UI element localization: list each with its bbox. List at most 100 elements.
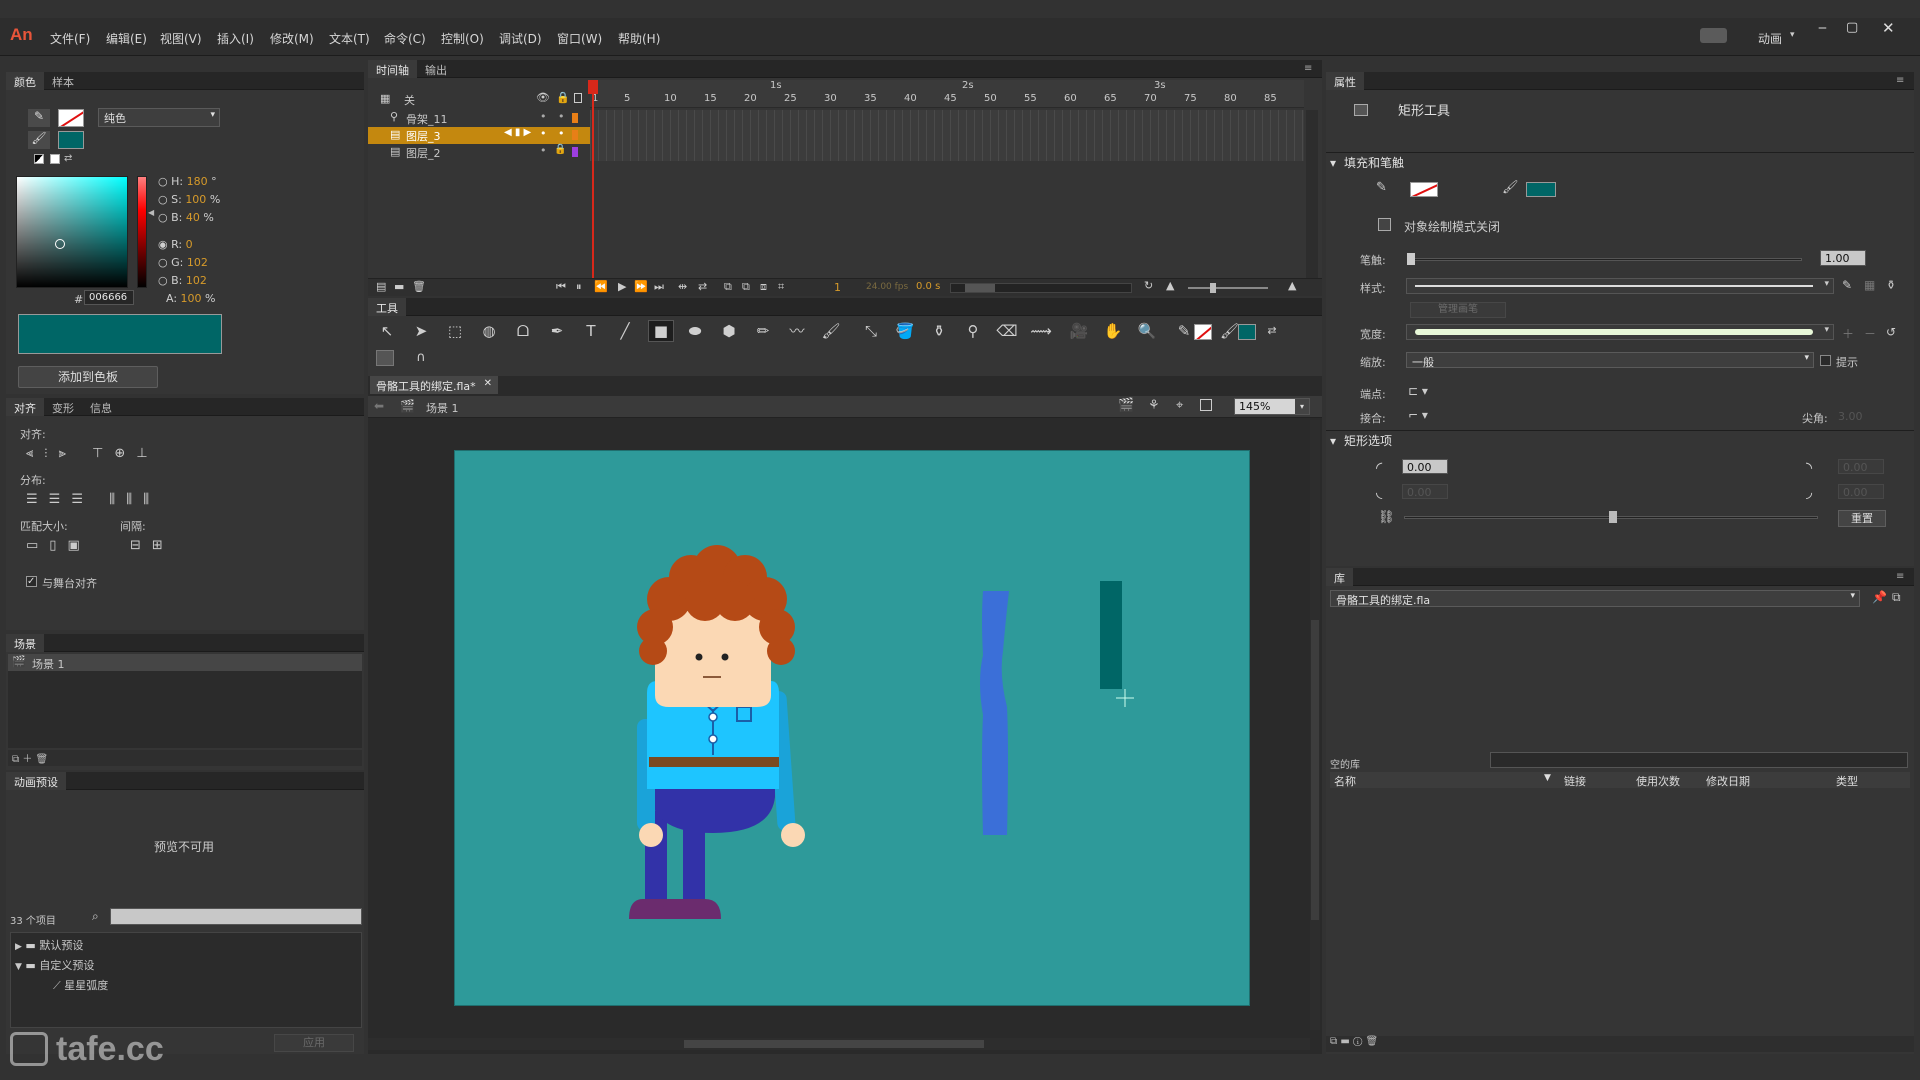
align-bottom-icon[interactable]: ⊥ bbox=[136, 446, 158, 461]
fill-color-tool-icon[interactable]: 🖌 bbox=[1220, 322, 1239, 340]
step-back-icon[interactable]: ⏪ bbox=[594, 280, 608, 293]
add-width-icon[interactable]: ＋ bbox=[1842, 325, 1854, 342]
delete-item-icon[interactable]: 🗑 bbox=[1366, 1036, 1379, 1047]
menu-insert[interactable]: 插入(I) bbox=[217, 30, 254, 47]
stage-canvas[interactable] bbox=[454, 450, 1250, 1006]
draw-mode-icon[interactable] bbox=[1378, 218, 1391, 231]
apply-preset-button[interactable]: 应用 bbox=[274, 1034, 354, 1052]
playhead[interactable] bbox=[592, 80, 594, 280]
visible-dot[interactable]: • bbox=[540, 110, 547, 123]
text-tool-icon[interactable]: T bbox=[580, 322, 602, 340]
timeline-zoom-slider[interactable] bbox=[1188, 283, 1268, 293]
remove-width-icon[interactable]: － bbox=[1864, 325, 1876, 342]
free-transform-tool-icon[interactable]: ⬚ bbox=[444, 322, 466, 340]
scene-item[interactable]: 🎬 场景 1 bbox=[8, 654, 362, 671]
stroke-color-pencil-icon[interactable]: ✎ bbox=[28, 109, 50, 127]
b-value[interactable]: 40 bbox=[186, 211, 200, 224]
col-linkage[interactable]: 链接 bbox=[1564, 773, 1586, 789]
layer-name[interactable]: 骨架_11 bbox=[406, 111, 448, 127]
menu-help[interactable]: 帮助(H) bbox=[618, 30, 660, 47]
g-radio[interactable]: ○ bbox=[158, 256, 168, 269]
match-both-icon[interactable]: ▣ bbox=[67, 538, 90, 553]
distribute-right-icon[interactable]: ⫼ bbox=[143, 492, 160, 507]
black-white-icon[interactable] bbox=[34, 154, 44, 164]
prop-fill-swatch[interactable] bbox=[1526, 182, 1556, 197]
layer-name[interactable]: 图层_3 bbox=[406, 128, 441, 144]
swap-colors-icon[interactable]: ⇄ bbox=[64, 153, 72, 164]
go-first-icon[interactable]: ⏮ bbox=[556, 280, 566, 294]
duplicate-scene-icon[interactable]: ⧉ bbox=[12, 754, 19, 765]
width-tool-icon[interactable]: ⟿ bbox=[1030, 322, 1052, 340]
close-icon[interactable]: ✕ bbox=[1882, 19, 1895, 37]
stage-vscroll[interactable] bbox=[1310, 420, 1320, 1030]
bone-tool-icon[interactable]: ⤡ bbox=[860, 322, 882, 340]
blue-value[interactable]: 102 bbox=[186, 274, 207, 287]
sync-settings-icon[interactable] bbox=[1700, 28, 1727, 43]
pin-library-icon[interactable]: 📌 bbox=[1872, 590, 1887, 604]
tree-expand-icon[interactable]: ▶ bbox=[15, 942, 22, 952]
show-all-icon[interactable]: 👁 bbox=[536, 91, 550, 104]
layer-color-chip[interactable] bbox=[572, 130, 578, 140]
center-frame-icon[interactable]: ⇹ bbox=[678, 280, 687, 293]
toolbar-fill-swatch[interactable] bbox=[1238, 324, 1256, 340]
zoom-tool-icon[interactable]: 🔍 bbox=[1136, 322, 1158, 340]
menu-edit[interactable]: 编辑(E) bbox=[106, 30, 147, 47]
toolbar-stroke-swatch[interactable] bbox=[1194, 324, 1212, 340]
align-left-icon[interactable]: ⫷ bbox=[26, 446, 44, 461]
ink-bottle-tool-icon[interactable]: ⚱ bbox=[928, 322, 950, 340]
menu-file[interactable]: 文件(F) bbox=[50, 30, 90, 47]
pencil-tool-icon[interactable]: ✏ bbox=[752, 322, 774, 340]
frame-rate[interactable]: 24.00 fps bbox=[866, 282, 908, 292]
edit-scene-icon[interactable]: 🎬 bbox=[1118, 398, 1134, 413]
tab-info[interactable]: 信息 bbox=[82, 398, 120, 416]
snap-center-icon[interactable]: ⌖ bbox=[1176, 398, 1183, 413]
brush-library-icon[interactable]: ▦ bbox=[1864, 278, 1875, 292]
menu-commands[interactable]: 命令(C) bbox=[384, 30, 426, 47]
link-corners-icon[interactable]: ⛓ bbox=[1378, 510, 1395, 525]
hint-checkbox[interactable] bbox=[1820, 355, 1831, 366]
blue-radio[interactable]: ○ bbox=[158, 274, 168, 287]
tree-item-preset[interactable]: ⟋ 星星弧度 bbox=[53, 977, 108, 993]
paint-bucket-tool-icon[interactable]: 🪣 bbox=[894, 322, 916, 340]
stroke-value-input[interactable]: 1.00 bbox=[1820, 250, 1866, 266]
distribute-left-icon[interactable]: ⫼ bbox=[109, 492, 126, 507]
prop-fill-bucket-icon[interactable]: 🖌 bbox=[1502, 180, 1519, 195]
library-file-dropdown[interactable]: 骨骼工具的绑定.fla ▾ bbox=[1330, 590, 1860, 607]
sort-icon[interactable]: ▼ bbox=[1544, 773, 1551, 783]
manage-brush-button[interactable]: 管理画笔 bbox=[1410, 302, 1506, 318]
zoom-in-icon[interactable]: ▲ bbox=[1288, 279, 1296, 292]
panel-menu-icon[interactable]: ≡ bbox=[1896, 571, 1904, 582]
delete-scene-icon[interactable]: 🗑 bbox=[36, 754, 49, 765]
new-library-panel-icon[interactable]: ⧉ bbox=[1892, 590, 1901, 605]
distribute-vcenter-icon[interactable]: ☰ bbox=[49, 492, 72, 507]
play-icon[interactable]: ▶ bbox=[618, 280, 626, 293]
menu-modify[interactable]: 修改(M) bbox=[270, 30, 314, 47]
timeline-hscroll[interactable] bbox=[950, 283, 1132, 293]
stage-hscroll[interactable] bbox=[368, 1038, 1310, 1050]
layer-row-armature[interactable]: ⚲ 骨架_11 • • bbox=[368, 110, 590, 127]
back-arrow-icon[interactable]: ⬅ bbox=[374, 399, 384, 413]
panel-menu-icon[interactable]: ≡ bbox=[1304, 63, 1312, 74]
cap-dropdown-icon[interactable]: ⊏ ▾ bbox=[1408, 384, 1428, 398]
object-drawing-toggle[interactable] bbox=[376, 350, 394, 366]
reset-button[interactable]: 重置 bbox=[1838, 510, 1886, 527]
frame-ruler[interactable]: 1s 2s 3s 1 5 10 15 20 25 30 35 40 45 50 55 60 65 70 75 8… bbox=[590, 80, 1304, 108]
menu-debug[interactable]: 调试(D) bbox=[499, 30, 542, 47]
style-dropdown[interactable]: ▾ bbox=[1406, 278, 1834, 294]
space-horizontal-icon[interactable]: ⊞ bbox=[152, 538, 174, 553]
new-folder-icon[interactable]: ▬ bbox=[394, 280, 404, 293]
selection-tool-icon[interactable]: ↖ bbox=[376, 322, 398, 340]
col-date-modified[interactable]: 修改日期 bbox=[1706, 773, 1750, 789]
lock-icon[interactable]: 🔒 bbox=[554, 144, 566, 155]
layer-row-layer2[interactable]: ▤ 图层_2 • 🔒 bbox=[368, 144, 590, 161]
library-search-input[interactable] bbox=[1490, 752, 1908, 768]
distribute-hcenter-icon[interactable]: ⫼ bbox=[126, 492, 143, 507]
library-items-list[interactable] bbox=[1330, 790, 1910, 1030]
alpha-value[interactable]: 100 bbox=[181, 292, 202, 305]
lock-all-icon[interactable]: 🔒 bbox=[556, 91, 570, 104]
hue-slider[interactable] bbox=[137, 176, 147, 288]
minimize-icon[interactable]: ‒ bbox=[1818, 20, 1827, 36]
rectangle-tool-icon[interactable]: ■ bbox=[648, 320, 674, 342]
clip-stage-icon[interactable] bbox=[1200, 399, 1212, 411]
tree-folder-default[interactable]: ▶ ▬ 默认预设 bbox=[15, 937, 83, 953]
